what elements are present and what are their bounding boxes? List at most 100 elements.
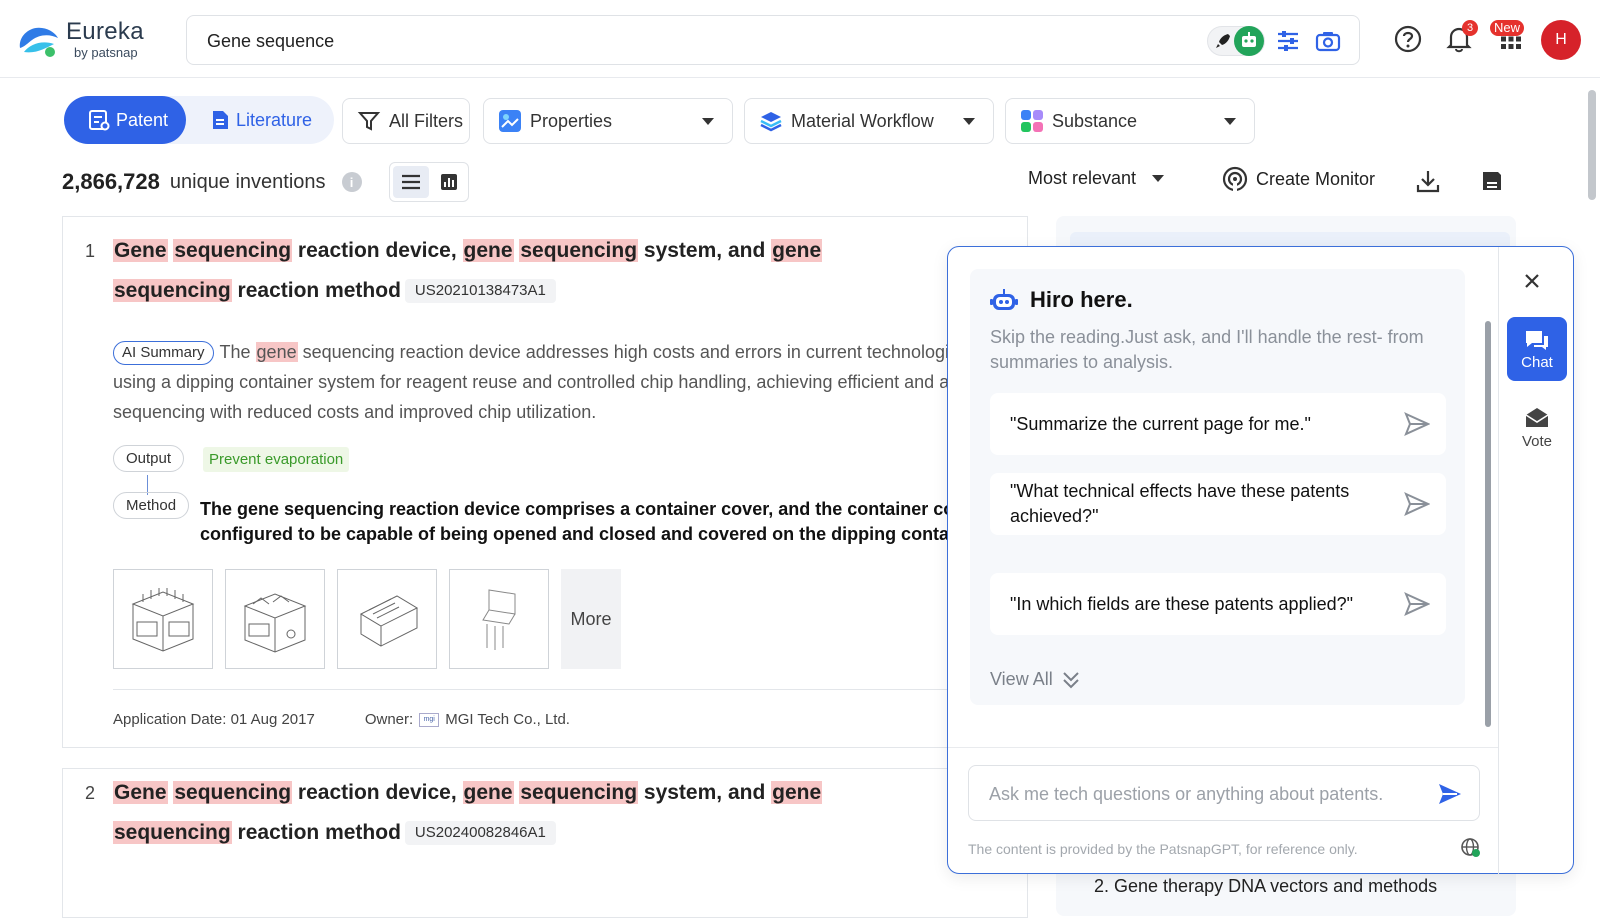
user-avatar[interactable]: H (1541, 20, 1581, 60)
filter-settings-button[interactable] (1271, 25, 1305, 57)
chat-scrollbar-thumb[interactable] (1485, 321, 1491, 727)
owner-name[interactable]: MGI Tech Co., Ltd. (445, 711, 570, 728)
title-highlight: Gene (113, 781, 168, 804)
funnel-icon (357, 109, 381, 133)
owner-label: Owner: (365, 711, 413, 728)
owner: Owner: mgi MGI Tech Co., Ltd. (365, 711, 570, 728)
view-toggle (389, 162, 469, 202)
mode-toggle[interactable] (1207, 26, 1265, 56)
properties-dropdown[interactable]: Properties (483, 98, 733, 144)
material-workflow-label: Material Workflow (791, 111, 934, 132)
literature-icon (210, 109, 230, 131)
hiro-chat-panel: Hiro here. Skip the reading.Just ask, an… (947, 246, 1574, 874)
create-monitor-label: Create Monitor (1256, 169, 1375, 190)
patent-number[interactable]: US20240082846A1 (405, 821, 556, 845)
properties-icon (498, 109, 522, 133)
substance-dropdown[interactable]: Substance (1005, 98, 1255, 144)
download-button[interactable] (1413, 166, 1443, 196)
title-highlight: sequencing (173, 781, 292, 804)
chart-view-button[interactable] (432, 166, 466, 198)
apps-button[interactable]: New (1494, 22, 1528, 56)
close-icon (1524, 273, 1540, 289)
drawing-thumbnail[interactable] (449, 569, 549, 669)
material-workflow-dropdown[interactable]: Material Workflow (744, 98, 994, 144)
chevron-down-icon (963, 118, 975, 125)
view-all-button[interactable]: View All (990, 669, 1081, 690)
send-message-icon[interactable] (1437, 782, 1463, 806)
application-date-label: Application Date: (113, 711, 226, 728)
save-button[interactable] (1477, 166, 1507, 196)
chat-input-box (968, 765, 1480, 821)
ai-summary-tag: AI Summary (113, 341, 214, 365)
chat-input[interactable] (989, 782, 1419, 806)
insights-list-item[interactable]: 2. Gene therapy DNA vectors and methods (1094, 876, 1437, 897)
title-segment: system, and (638, 781, 771, 804)
method-text: The gene sequencing reaction device comp… (200, 497, 1020, 547)
suggestion-item[interactable]: "In which fields are these patents appli… (990, 573, 1446, 635)
hiro-robot-icon (990, 288, 1018, 312)
search-bar (186, 15, 1360, 65)
patent-number[interactable]: US20210138473A1 (405, 279, 556, 303)
application-date: Application Date: 01 Aug 2017 (113, 711, 315, 728)
patent-drawing-icon (235, 584, 315, 654)
owner-logo: mgi (419, 713, 439, 727)
chat-body: Hiro here. Skip the reading.Just ask, an… (970, 269, 1465, 705)
notifications-button[interactable]: 3 (1442, 22, 1476, 56)
chat-scrollbar[interactable] (1484, 271, 1492, 731)
help-button[interactable] (1391, 22, 1425, 56)
sort-dropdown[interactable]: Most relevant (1028, 168, 1164, 189)
chevron-down-icon (1224, 118, 1236, 125)
all-filters-button[interactable]: All Filters (342, 98, 470, 144)
image-search-button[interactable] (1311, 25, 1345, 57)
patent-drawing-icon (459, 584, 539, 654)
send-icon (1404, 412, 1430, 436)
rail-chat-label: Chat (1521, 354, 1553, 371)
result-meta: Application Date: 01 Aug 2017 Owner: mgi… (113, 711, 570, 728)
card-divider (113, 689, 1013, 690)
title-highlight: sequencing (173, 239, 292, 262)
patent-drawing-icon (123, 584, 203, 654)
suggestion-item[interactable]: "What technical effects have these paten… (990, 473, 1446, 535)
help-icon (1394, 25, 1422, 53)
vote-envelope-icon (1524, 405, 1550, 429)
new-badge: New (1490, 20, 1524, 36)
chevron-down-icon (702, 118, 714, 125)
suggestion-item[interactable]: "Summarize the current page for me." (990, 393, 1446, 455)
create-monitor-button[interactable]: Create Monitor (1222, 166, 1375, 192)
all-filters-label: All Filters (389, 111, 463, 132)
result-title[interactable]: Gene sequencing reaction device, gene se… (113, 231, 933, 311)
list-view-button[interactable] (393, 166, 429, 198)
info-icon[interactable]: i (342, 172, 362, 192)
page-scrollbar[interactable] (1588, 90, 1596, 200)
title-highlight: gene (463, 239, 514, 262)
eureka-logo[interactable]: Eureka by patsnap (16, 18, 156, 62)
drawing-thumbnails: More (113, 569, 621, 669)
close-chat-button[interactable] (1520, 269, 1544, 293)
save-icon (1480, 169, 1504, 193)
tab-literature[interactable]: Literature (204, 96, 334, 144)
robot-mode-button[interactable] (1234, 26, 1264, 56)
result-card[interactable]: 1 Gene sequencing reaction device, gene … (62, 216, 1028, 748)
drawing-thumbnail[interactable] (337, 569, 437, 669)
title-segment: system, and (638, 239, 771, 262)
result-card[interactable]: 2 Gene sequencing reaction device, gene … (62, 768, 1028, 918)
results-count: 2,866,728 unique inventions i (62, 162, 362, 202)
radar-icon (1222, 166, 1248, 192)
result-rank: 2 (85, 783, 95, 804)
title-highlight: sequencing (113, 821, 232, 844)
globe-icon[interactable] (1460, 837, 1482, 859)
tab-patent[interactable]: Patent (64, 96, 186, 144)
summary-segment: The (220, 342, 256, 362)
search-input[interactable] (207, 28, 1107, 54)
more-drawings-button[interactable]: More (561, 569, 621, 669)
title-highlight: gene (771, 239, 822, 262)
results-count-number: 2,866,728 (62, 169, 160, 195)
drawing-thumbnail[interactable] (225, 569, 325, 669)
title-highlight: gene (463, 781, 514, 804)
rail-vote-button[interactable]: Vote (1507, 397, 1567, 457)
result-title[interactable]: Gene sequencing reaction device, gene se… (113, 773, 933, 853)
summary-segment: sequencing with reduced costs and improv… (113, 402, 596, 422)
rail-chat-button[interactable]: Chat (1507, 317, 1567, 381)
drawing-thumbnail[interactable] (113, 569, 213, 669)
robot-icon (1234, 26, 1264, 56)
